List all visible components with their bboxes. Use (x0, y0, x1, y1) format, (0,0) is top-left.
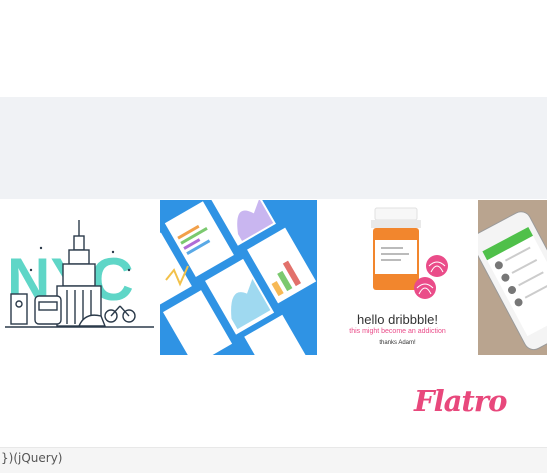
shot-subtitle: this might become an addiction (349, 328, 446, 335)
shot-nyc[interactable]: NYC (1, 200, 158, 355)
top-bar (0, 0, 547, 97)
shot-dashboard[interactable] (160, 200, 317, 355)
dashboard-mockups (160, 200, 317, 355)
shots-strip: NYC (0, 199, 547, 356)
code-footer: })(jQuery) (0, 447, 547, 473)
shot-title: hello dribbble! (357, 312, 438, 327)
shot-hello-dribbble[interactable]: hello dribbble! this might become an add… (319, 200, 476, 355)
flatro-logo[interactable]: Flatro (414, 384, 507, 418)
phone-mockup (478, 200, 547, 355)
nyc-illustration: NYC (5, 220, 154, 328)
gray-band (0, 97, 547, 199)
shot-phone-app[interactable] (478, 200, 547, 355)
shot-thanks: thanks Adam! (379, 340, 416, 346)
code-snippet: })(jQuery) (1, 451, 63, 465)
